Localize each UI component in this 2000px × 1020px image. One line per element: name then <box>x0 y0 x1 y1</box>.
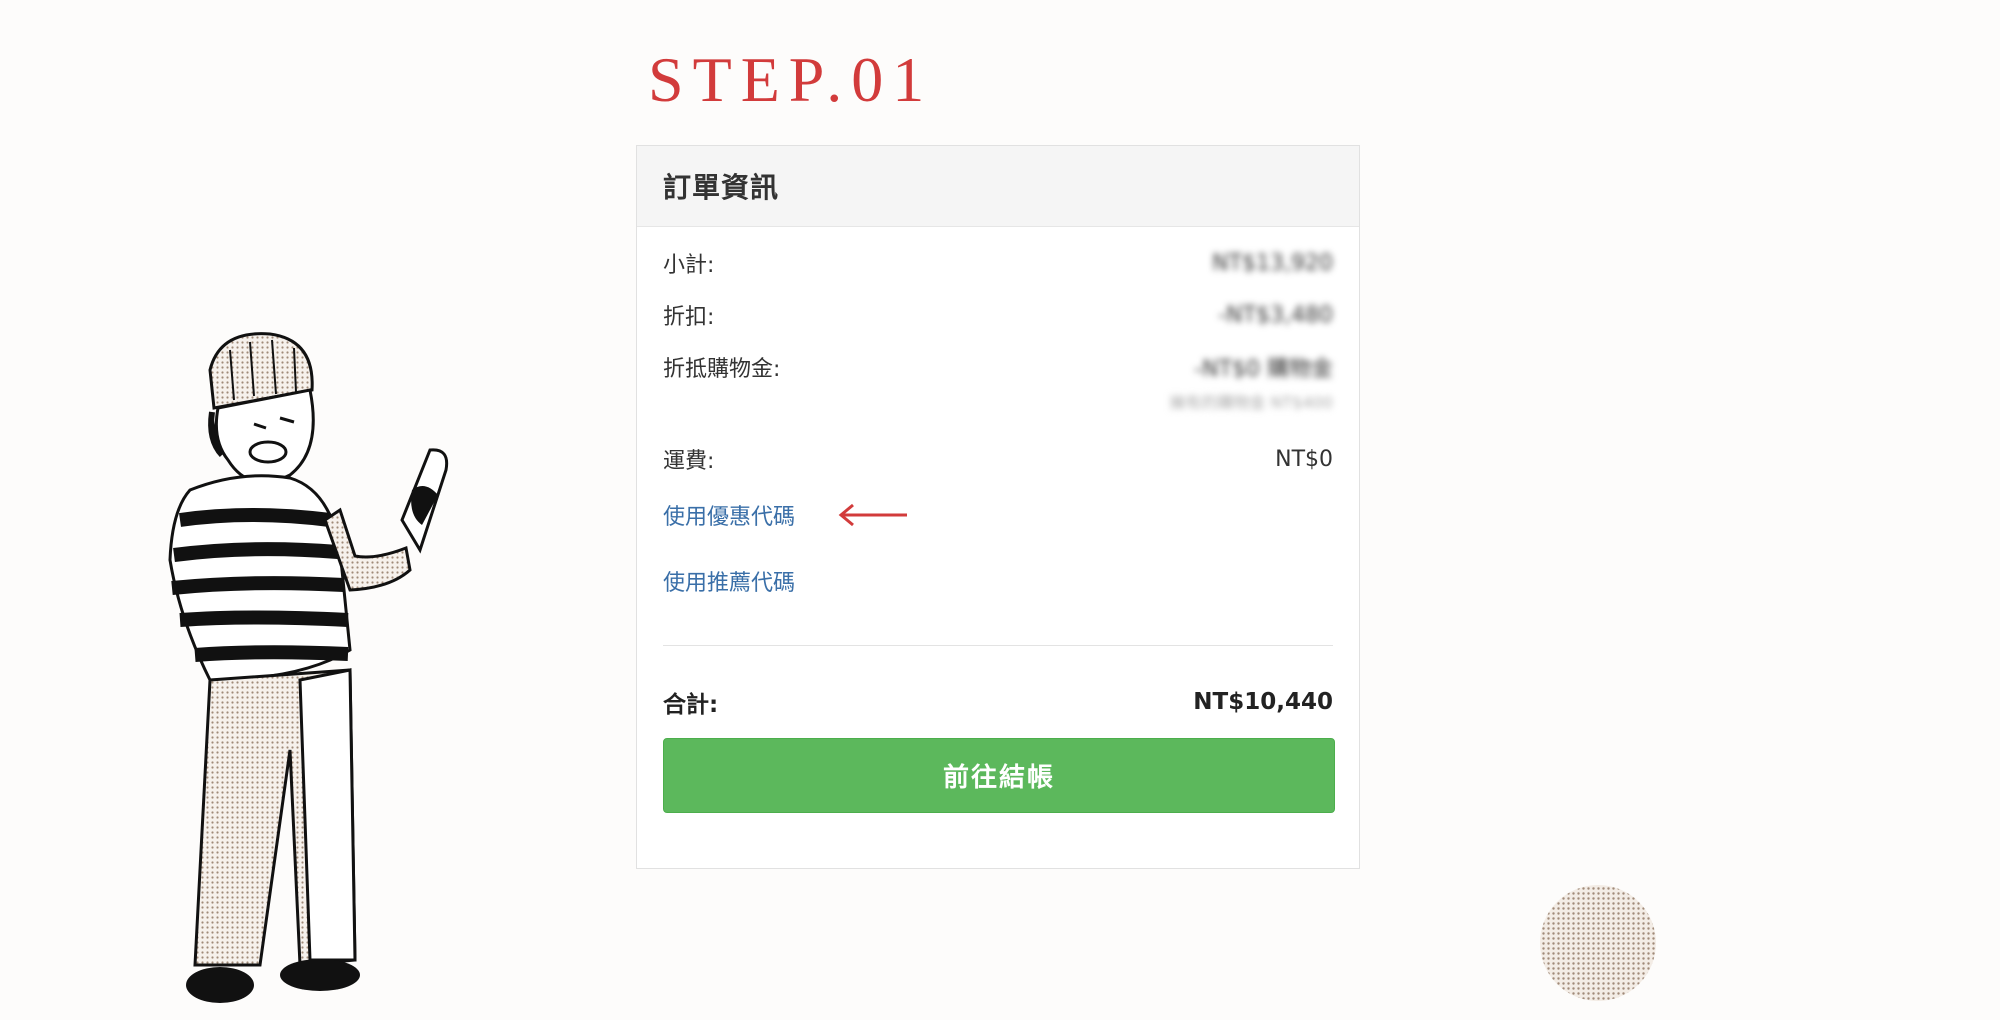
credit-note-row: 擁有的購物金 NT$400 <box>663 393 1333 421</box>
character-illustration <box>168 332 449 1003</box>
coupon-code-link[interactable]: 使用優惠代碼 <box>663 499 795 531</box>
subtotal-label: 小計: <box>663 253 715 278</box>
subtotal-row: 小計: NT$13,920 <box>663 237 1333 289</box>
discount-row: 折扣: -NT$3,480 <box>663 289 1333 341</box>
credit-row: 折抵購物金: -NT$0 購物金 <box>663 341 1333 393</box>
referral-code-link[interactable]: 使用推薦代碼 <box>663 565 795 597</box>
credit-note: 擁有的購物金 NT$400 <box>1169 393 1333 412</box>
total-label: 合計: <box>663 692 719 718</box>
total-row: 合計: NT$10,440 <box>663 676 1333 728</box>
shipping-value: NT$0 <box>1275 446 1333 472</box>
discount-label: 折扣: <box>663 305 715 330</box>
shipping-row: 運費: NT$0 <box>663 433 1333 485</box>
dotted-circle-decoration <box>1540 885 1656 1001</box>
total-value: NT$10,440 <box>1193 689 1333 715</box>
shipping-label: 運費: <box>663 449 715 474</box>
step-title: STEP.01 <box>648 44 934 115</box>
left-arrow-icon <box>838 503 907 527</box>
panel-body: 小計: NT$13,920 折扣: -NT$3,480 折抵購物金: -NT$0… <box>637 227 1359 813</box>
order-info-panel: 訂單資訊 小計: NT$13,920 折扣: -NT$3,480 折抵購物金: … <box>636 145 1360 869</box>
subtotal-value: NT$13,920 <box>1212 250 1333 276</box>
credit-value: -NT$0 購物金 <box>1194 357 1333 382</box>
credit-label[interactable]: 折抵購物金: <box>663 351 780 383</box>
panel-header: 訂單資訊 <box>637 146 1359 227</box>
checkout-button[interactable]: 前往結帳 <box>663 738 1335 813</box>
panel-title: 訂單資訊 <box>663 171 780 204</box>
discount-value: -NT$3,480 <box>1218 302 1333 328</box>
